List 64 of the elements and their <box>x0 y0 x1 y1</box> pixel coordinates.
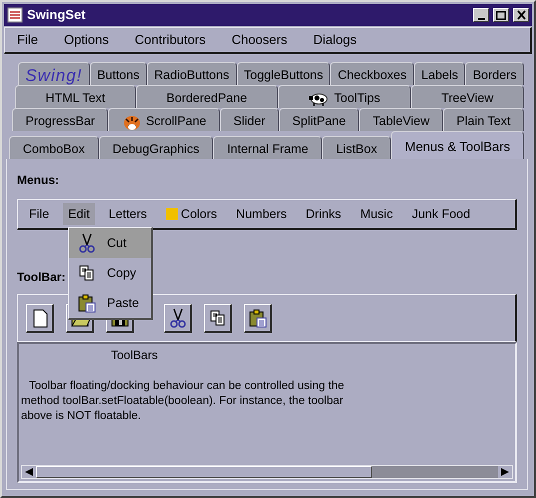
menu-item[interactable]: Dialogs <box>313 30 357 50</box>
scissors-icon <box>77 233 97 253</box>
scroll-left-button[interactable] <box>22 466 36 478</box>
tab[interactable]: Buttons <box>90 62 147 85</box>
tab[interactable]: ToggleButtons <box>236 62 330 85</box>
toolbar-button[interactable] <box>26 304 54 332</box>
menu-item[interactable]: Junk Food <box>406 202 476 226</box>
scissors-icon <box>168 308 188 328</box>
maximize-button[interactable] <box>493 8 509 22</box>
close-icon <box>516 10 526 20</box>
menu-item[interactable]: Drinks <box>300 202 346 226</box>
toolbar-button[interactable] <box>204 304 232 332</box>
tab[interactable]: ScrollPane <box>108 108 220 131</box>
tab[interactable]: DebugGraphics <box>98 136 214 159</box>
menu-item[interactable]: Music <box>355 202 398 226</box>
app-icon <box>7 7 23 23</box>
minimize-icon <box>478 18 484 20</box>
toolbar-button[interactable] <box>244 304 272 332</box>
left-arrow-icon <box>24 467 34 477</box>
menu-item[interactable]: Letters <box>104 202 152 226</box>
paste-icon <box>248 308 268 328</box>
menu-item[interactable]: Edit <box>63 202 95 226</box>
scrollbar-thumb[interactable] <box>36 466 372 478</box>
close-button[interactable] <box>513 8 529 22</box>
menu-item[interactable]: Choosers <box>232 30 288 50</box>
tab[interactable]: HTML Text <box>15 85 136 108</box>
cow-icon <box>308 92 330 106</box>
tab[interactable]: TreeView <box>410 85 524 108</box>
tab[interactable]: Labels <box>414 62 466 85</box>
tab[interactable]: ListBox <box>322 136 391 159</box>
menu-item[interactable]: File <box>17 30 38 50</box>
menu-item[interactable]: Numbers <box>231 202 292 226</box>
tab[interactable]: Slider <box>220 108 279 131</box>
text-title: ToolBars <box>111 348 159 363</box>
scroll-right-button[interactable] <box>498 466 512 478</box>
tab[interactable]: Internal Frame <box>213 136 322 159</box>
tab[interactable]: Menus & ToolBars <box>390 131 524 159</box>
dropdown-item[interactable]: Cut <box>69 228 151 258</box>
tab[interactable]: Borders <box>465 62 524 85</box>
tab[interactable]: SplitPane <box>278 108 360 131</box>
tab[interactable]: ProgressBar <box>12 108 108 131</box>
tab[interactable]: BorderedPane <box>136 85 278 108</box>
text-paragraph: Toolbar floating/docking behaviour can be controlled using the method toolBar.setFloatable(boolean). For instance, the toolbar above is NOT floatable. <box>21 379 346 424</box>
toolbar-button[interactable] <box>164 304 192 332</box>
tab[interactable]: ComboBox <box>9 136 99 159</box>
section-label: Menus: <box>17 172 59 189</box>
menu-item[interactable]: File <box>24 202 54 226</box>
tab[interactable]: ToolTips <box>278 85 411 108</box>
section-label: ToolBar: <box>17 269 66 286</box>
menu-item[interactable]: Colors <box>160 202 222 226</box>
tab[interactable]: TableView <box>359 108 444 131</box>
minimize-button[interactable] <box>473 8 489 22</box>
menu-item[interactable]: Contributors <box>134 30 206 50</box>
dropdown-item[interactable]: Copy <box>69 258 151 288</box>
paste-icon <box>77 293 97 313</box>
menu-item[interactable]: Options <box>64 30 109 50</box>
window-title: SwingSet <box>27 6 87 24</box>
maximize-icon <box>496 10 506 20</box>
dropdown-item[interactable]: Paste <box>69 288 151 318</box>
tab[interactable]: Checkboxes <box>330 62 414 85</box>
tab[interactable]: RadioButtons <box>146 62 237 85</box>
copy-icon <box>208 308 228 328</box>
tab[interactable]: Plain Text <box>443 108 524 131</box>
right-arrow-icon <box>500 467 510 477</box>
